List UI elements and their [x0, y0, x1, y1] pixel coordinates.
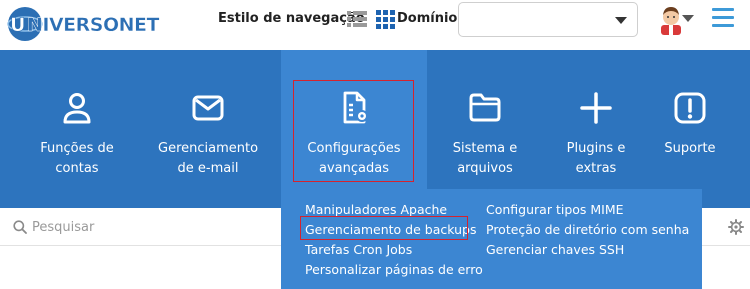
- gear-icon[interactable]: [728, 219, 744, 235]
- menu-item-label-line2: avançadas: [319, 161, 389, 176]
- menu-item-suporte[interactable]: Suporte: [656, 50, 724, 208]
- grid-view-icon[interactable]: [376, 10, 395, 29]
- search-icon: [13, 219, 27, 234]
- menu-item-sistema-e-arquivos[interactable]: Sistema e arquivos: [445, 50, 525, 208]
- submenu-item-manipuladores-apache[interactable]: Manipuladores Apache: [305, 202, 447, 217]
- submenu-item-configurar-tipos-mime[interactable]: Configurar tipos MIME: [486, 202, 624, 217]
- menu-item-label-line2: arquivos: [457, 161, 513, 176]
- search-input[interactable]: [32, 216, 272, 238]
- menu-item-label-line2: de e-mail: [177, 161, 239, 176]
- universonet-logo[interactable]: U NIVERSONET: [6, 5, 166, 43]
- domain-label: Domínio: [397, 11, 458, 26]
- menu-item-label-line1: Configurações: [307, 141, 401, 156]
- list-view-icon[interactable]: [347, 10, 367, 28]
- menu-item-label-line2: contas: [55, 161, 99, 176]
- menu-item-configuracoes-avancadas[interactable]: Configurações avançadas: [281, 50, 427, 208]
- menu-item-label-line1: Sistema e: [452, 141, 518, 156]
- menu-item-label-line1: Gerenciamento: [158, 141, 259, 156]
- folder-icon: [467, 90, 503, 126]
- domain-select[interactable]: [458, 2, 638, 37]
- top-bar: U NIVERSONET Estilo de navegação Domínio: [0, 0, 750, 50]
- alert-icon: [672, 90, 708, 126]
- menu-item-label-line2: extras: [575, 161, 617, 176]
- submenu-item-gerenciar-chaves-ssh[interactable]: Gerenciar chaves SSH: [486, 242, 624, 257]
- submenu-item-protecao-de-diretorio[interactable]: Proteção de diretório com senha: [486, 222, 689, 237]
- user-icon: [59, 90, 95, 126]
- submenu-item-personalizar-paginas-de-erro[interactable]: Personalizar páginas de erro: [305, 262, 483, 277]
- advanced-settings-submenu: Manipuladores Apache Gerenciamento de ba…: [281, 189, 702, 289]
- submenu-item-gerenciamento-de-backups[interactable]: Gerenciamento de backups: [305, 222, 476, 237]
- document-gear-icon: [336, 90, 372, 126]
- envelope-icon: [190, 90, 226, 126]
- user-avatar[interactable]: [658, 5, 684, 35]
- chevron-down-icon: [615, 17, 627, 24]
- svg-text:NIVERSONET: NIVERSONET: [27, 14, 160, 36]
- menu-item-label-line1: Suporte: [664, 141, 716, 156]
- nav-style-label: Estilo de navegação: [218, 11, 365, 26]
- submenu-item-tarefas-cron-jobs[interactable]: Tarefas Cron Jobs: [305, 242, 412, 257]
- plus-icon: [578, 90, 614, 126]
- menu-item-funcoes-de-contas[interactable]: Funções de contas: [37, 50, 117, 208]
- menu-item-plugins-e-extras[interactable]: Plugins e extras: [556, 50, 636, 208]
- menu-item-label-line1: Funções de: [40, 141, 114, 156]
- svg-text:U: U: [10, 14, 25, 36]
- main-menu: Funções de contas Gerenciamento de e-mai…: [0, 50, 750, 208]
- hamburger-menu-icon[interactable]: [712, 8, 734, 30]
- menu-item-label-line1: Plugins e: [566, 141, 626, 156]
- user-menu-caret-icon[interactable]: [682, 15, 694, 22]
- menu-item-gerenciamento-de-email[interactable]: Gerenciamento de e-mail: [158, 50, 258, 208]
